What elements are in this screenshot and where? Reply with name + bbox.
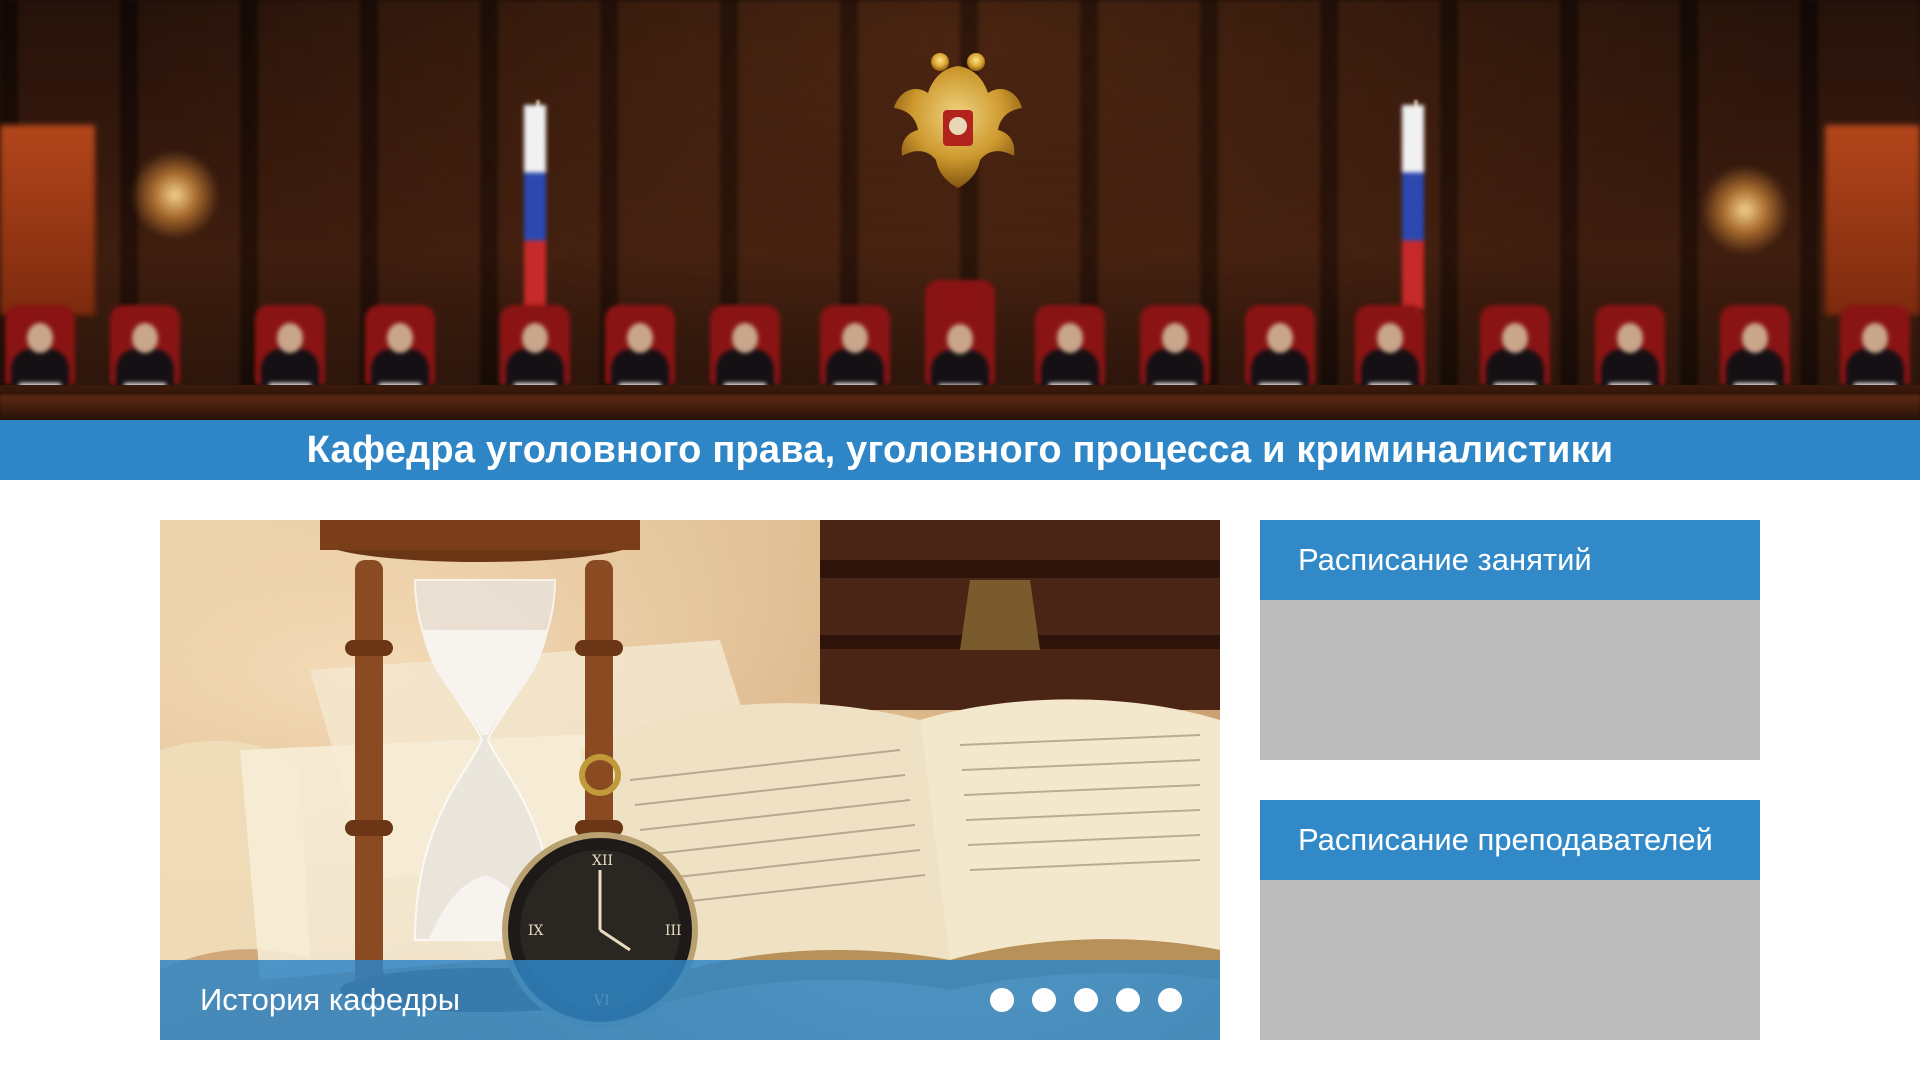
svg-text:IX: IX [528, 923, 544, 939]
flag-right-icon [1402, 105, 1424, 310]
judge-figure [1480, 305, 1550, 395]
judge-figure [500, 305, 570, 395]
judge-figure [1245, 305, 1315, 395]
slide-caption-link[interactable]: История кафедры [200, 982, 460, 1018]
slider-pagination [990, 988, 1182, 1012]
hero-banner [0, 0, 1920, 420]
schedule-teachers-body [1260, 880, 1760, 1040]
slider-dot-4[interactable] [1116, 988, 1140, 1012]
judge-figure [255, 305, 325, 395]
judge-figure [1355, 305, 1425, 395]
judge-figure [1035, 305, 1105, 395]
judge-figure [1720, 305, 1790, 395]
schedule-teachers-link[interactable]: Расписание преподавателей [1260, 800, 1760, 880]
judge-figure [605, 305, 675, 395]
lamp-left-icon [130, 150, 220, 240]
judge-figure [5, 305, 75, 395]
slider-dot-1[interactable] [990, 988, 1014, 1012]
image-slider[interactable]: XII III VI IX История кафедры [160, 520, 1220, 1040]
schedule-classes-body [1260, 600, 1760, 760]
svg-text:XII: XII [592, 853, 613, 869]
svg-text:III: III [665, 923, 682, 939]
slider-caption-bar: История кафедры [160, 960, 1220, 1040]
slider-dot-2[interactable] [1032, 988, 1056, 1012]
judge-figure [1595, 305, 1665, 395]
judges-bench-front [0, 395, 1920, 420]
decor-panel-left [0, 125, 95, 315]
flag-left-icon [524, 105, 546, 310]
judge-figure [710, 305, 780, 395]
judge-figure-chair-central [925, 280, 995, 396]
decor-panel-right [1825, 125, 1920, 315]
schedule-teachers-card: Расписание преподавателей [1260, 800, 1760, 1040]
judge-figure [820, 305, 890, 395]
judge-figure [1140, 305, 1210, 395]
title-bar: Кафедра уголовного права, уголовного про… [0, 420, 1920, 480]
judge-figure [1840, 305, 1910, 395]
slider-dot-3[interactable] [1074, 988, 1098, 1012]
slider-dot-5[interactable] [1158, 988, 1182, 1012]
judge-figure [365, 305, 435, 395]
schedule-classes-card: Расписание занятий [1260, 520, 1760, 760]
lamp-right-icon [1700, 165, 1790, 255]
coat-of-arms-icon [894, 53, 1022, 188]
judge-figure [110, 305, 180, 395]
schedule-classes-link[interactable]: Расписание занятий [1260, 520, 1760, 600]
page-title: Кафедра уголовного права, уголовного про… [306, 428, 1614, 471]
